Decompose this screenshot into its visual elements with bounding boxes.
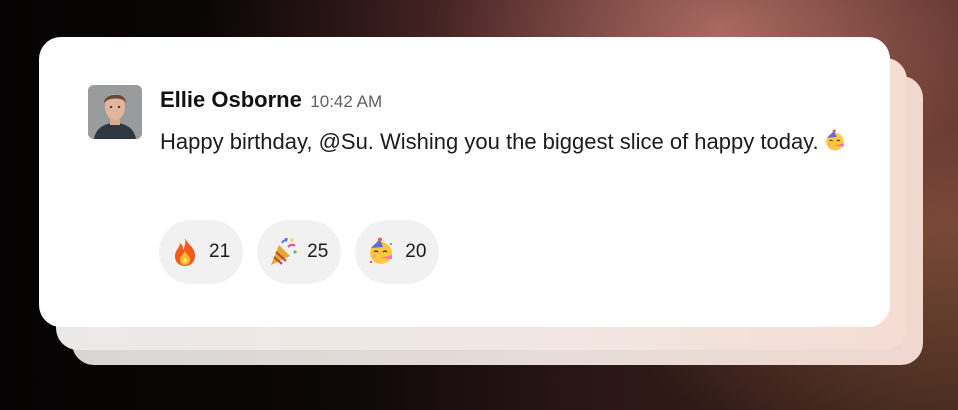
message-card: Ellie Osborne 10:42 AM Happy birthday, @… <box>39 37 890 327</box>
reaction-party-popper[interactable]: 25 <box>257 220 342 284</box>
message-header: Ellie Osborne 10:42 AM <box>160 87 382 113</box>
reactions-bar: 21 25 20 <box>159 220 440 284</box>
timestamp[interactable]: 10:42 AM <box>310 92 382 111</box>
message-text-container: Happy birthday, @Su. Wishing you the big… <box>160 126 860 161</box>
partying-face-icon <box>823 129 847 161</box>
reaction-count: 20 <box>405 241 427 262</box>
reaction-count: 25 <box>307 241 329 262</box>
party-popper-icon <box>268 237 298 267</box>
reaction-count: 21 <box>209 241 231 262</box>
partying-face-icon <box>366 237 396 267</box>
fire-icon <box>170 237 200 267</box>
avatar-photo <box>88 85 142 139</box>
reaction-partying-face[interactable]: 20 <box>355 220 440 284</box>
message-text: Happy birthday, @Su. Wishing you the big… <box>160 129 819 154</box>
author-name[interactable]: Ellie Osborne <box>160 87 302 112</box>
reaction-fire[interactable]: 21 <box>159 220 244 284</box>
avatar[interactable] <box>88 85 142 139</box>
